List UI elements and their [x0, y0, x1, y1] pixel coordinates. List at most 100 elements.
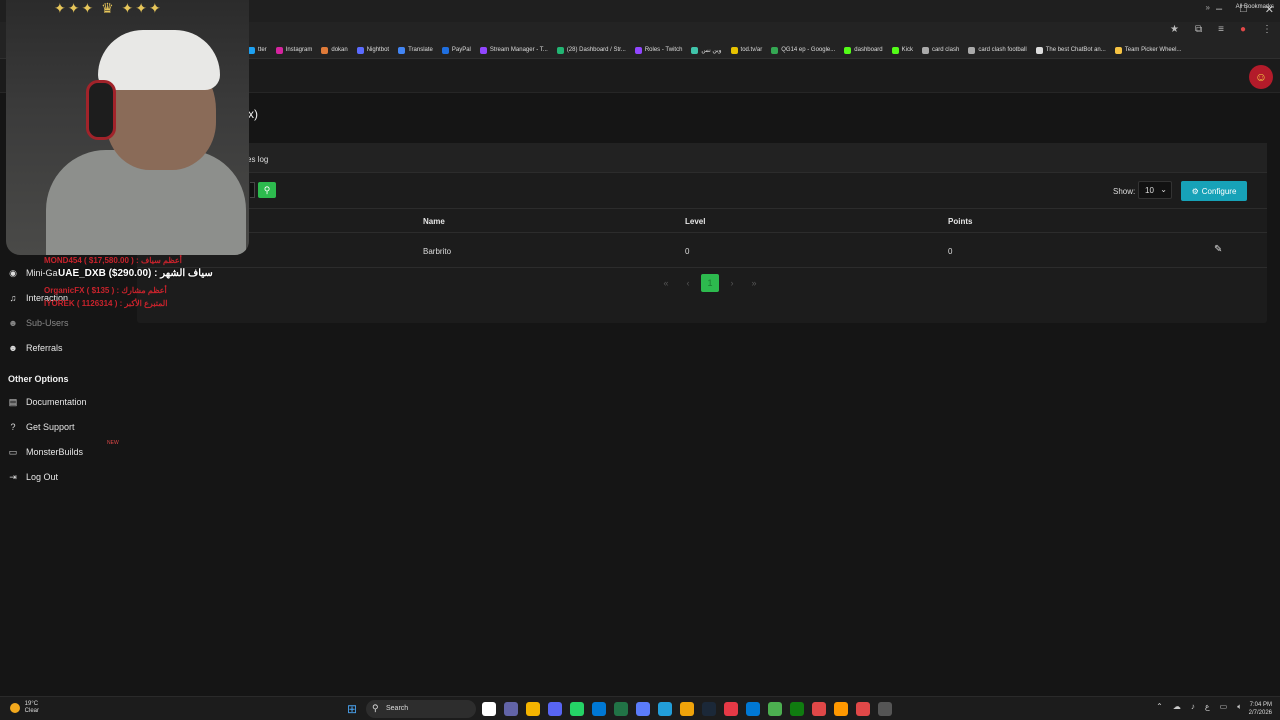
- column-header-level[interactable]: Level: [685, 217, 705, 226]
- logout-icon: ⇥: [9, 471, 17, 482]
- bookmark-item[interactable]: Team Picker Wheel...: [1114, 46, 1181, 54]
- taskbar-app-icon[interactable]: [570, 702, 584, 716]
- bookmark-favicon-icon: [321, 46, 329, 54]
- bookmark-label: Instagram: [285, 47, 313, 53]
- sidebar-item-documentation[interactable]: ▤ Documentation: [0, 392, 124, 412]
- volume-icon[interactable]: 🔈︎: [1237, 702, 1242, 712]
- sidebar-item-referrals[interactable]: ☻ Referrals: [0, 338, 124, 358]
- sidebar-item-monsterbuilds[interactable]: ▭ MonsterBuilds NEW: [0, 440, 124, 462]
- minimize-button[interactable]: –: [1216, 3, 1222, 16]
- taskbar-app-icon[interactable]: [812, 702, 826, 716]
- taskbar-app-icon[interactable]: [768, 702, 782, 716]
- taskbar-app-icon[interactable]: [878, 702, 892, 716]
- bookmark-favicon-icon: [1035, 46, 1043, 54]
- overlay-top-donor: MOND454 ( $17,580.00 ) : أعظم سياف: [44, 256, 182, 265]
- bookmark-item[interactable]: tod.tv/ar: [730, 46, 762, 54]
- bookmark-item[interactable]: Nightbot: [356, 46, 390, 54]
- extensions-icon[interactable]: ⧉: [1195, 24, 1202, 35]
- bookmark-item[interactable]: card clash football: [968, 46, 1027, 54]
- bookmark-label: card clash football: [978, 47, 1027, 53]
- bookmark-item[interactable]: Roles - Twitch: [634, 46, 682, 54]
- search-button[interactable]: ⚲: [258, 182, 276, 198]
- sidebar-item-log-out[interactable]: ⇥ Log Out: [0, 467, 124, 487]
- configure-button[interactable]: ⚙ Configure: [1181, 181, 1247, 201]
- bookmark-item[interactable]: Kick: [891, 46, 913, 54]
- taskbar-app-icon[interactable]: [746, 702, 760, 716]
- table-header: Name Level Points: [137, 208, 1267, 233]
- taskbar-app-icon[interactable]: [614, 702, 628, 716]
- taskbar-app-icon[interactable]: [658, 702, 672, 716]
- tab-log[interactable]: es log: [247, 155, 268, 164]
- bookmark-favicon-icon: [730, 46, 738, 54]
- tabs-search-icon[interactable]: ≡: [1218, 24, 1224, 35]
- network-icon[interactable]: ☁: [1173, 702, 1181, 712]
- prev-page-button[interactable]: ‹: [679, 274, 697, 292]
- taskbar-app-icon[interactable]: [856, 702, 870, 716]
- bookmark-item[interactable]: The best ChatBot an...: [1035, 46, 1106, 54]
- sidebar-item-get-support[interactable]: ? Get Support: [0, 417, 124, 437]
- bookmark-item[interactable]: Translate: [398, 46, 433, 54]
- last-page-button[interactable]: »: [745, 274, 763, 292]
- microphone-icon[interactable]: ♪: [1191, 702, 1195, 712]
- windows-start-icon[interactable]: ⊞: [347, 702, 357, 716]
- taskbar-app-icon[interactable]: [504, 702, 518, 716]
- bookmark-item[interactable]: (28) Dashboard / Str...: [556, 46, 626, 54]
- bookmark-item[interactable]: dashboard: [844, 46, 883, 54]
- next-page-button[interactable]: ›: [723, 274, 741, 292]
- bookmark-item[interactable]: dokan: [321, 46, 348, 54]
- tray-chevron-icon[interactable]: ⌃: [1156, 702, 1163, 712]
- page-size-select[interactable]: 10 ⌄: [1138, 181, 1172, 199]
- menu-kebab-icon[interactable]: ⋮: [1262, 24, 1272, 35]
- taskbar-app-icon[interactable]: [724, 702, 738, 716]
- chevron-down-icon: ⌄: [1160, 185, 1167, 194]
- clock[interactable]: 7:04 PM 2/7/2026: [1249, 701, 1272, 717]
- taskbar-apps: [482, 702, 892, 716]
- sun-icon: [10, 703, 20, 713]
- taskbar-search[interactable]: ⚲ Search: [366, 700, 476, 718]
- edit-pencil-icon[interactable]: ✎: [1214, 244, 1222, 255]
- page-1-button[interactable]: 1: [701, 274, 719, 292]
- sidebar-item-sub-users[interactable]: ☻ Sub-Users: [0, 313, 124, 333]
- pagination: « ‹ 1 › »: [657, 274, 763, 292]
- taskbar: 19°C Clear ⊞ ⚲ Search ⌃ ☁ ♪ ع ▭ 🔈︎ 7:04 …: [0, 696, 1280, 720]
- taskbar-app-icon[interactable]: [834, 702, 848, 716]
- bookmark-item[interactable]: Instagram: [275, 46, 313, 54]
- all-bookmarks-link[interactable]: All Bookmarks: [1236, 4, 1274, 10]
- profile-icon[interactable]: ●: [1240, 24, 1246, 35]
- bookmark-item[interactable]: وين نس: [691, 46, 722, 54]
- taskbar-app-icon[interactable]: [790, 702, 804, 716]
- bookmark-favicon-icon: [634, 46, 642, 54]
- bookmark-item[interactable]: card clash: [921, 46, 959, 54]
- bookmark-label: The best ChatBot an...: [1045, 47, 1106, 53]
- display-icon[interactable]: ▭: [1220, 702, 1228, 712]
- bookmark-favicon-icon: [275, 46, 283, 54]
- bookmark-item[interactable]: PayPal: [441, 46, 471, 54]
- bookmark-favicon-icon: [356, 46, 364, 54]
- weather-widget[interactable]: 19°C Clear: [10, 701, 39, 715]
- taskbar-app-icon[interactable]: [526, 702, 540, 716]
- column-header-name[interactable]: Name: [423, 217, 445, 226]
- first-page-button[interactable]: «: [657, 274, 675, 292]
- bookmark-star-icon[interactable]: ★: [1170, 24, 1179, 35]
- search-icon: ⚲: [372, 703, 379, 713]
- webcam-overlay: ✦✦✦ ♛ ✦✦✦: [6, 0, 249, 255]
- taskbar-app-icon[interactable]: [482, 702, 496, 716]
- users-icon: ☻: [8, 343, 18, 353]
- language-indicator[interactable]: ع: [1205, 702, 1210, 712]
- bookmarks-more-button[interactable]: »: [1206, 3, 1210, 12]
- search-input[interactable]: [250, 182, 255, 198]
- user-avatar[interactable]: ☺: [1249, 65, 1273, 89]
- bookmark-item[interactable]: Stream Manager - T...: [479, 46, 548, 54]
- bookmark-label: Nightbot: [366, 47, 390, 53]
- bookmark-item[interactable]: QG14 ep - Google...: [771, 46, 835, 54]
- page-title: x): [248, 107, 258, 121]
- taskbar-app-icon[interactable]: [636, 702, 650, 716]
- bookmark-favicon-icon: [921, 46, 929, 54]
- bookmark-label: وين نس: [701, 47, 722, 54]
- taskbar-app-icon[interactable]: [548, 702, 562, 716]
- bookmark-item[interactable]: tter: [248, 46, 267, 54]
- taskbar-app-icon[interactable]: [592, 702, 606, 716]
- taskbar-app-icon[interactable]: [680, 702, 694, 716]
- taskbar-app-icon[interactable]: [702, 702, 716, 716]
- column-header-points[interactable]: Points: [948, 217, 972, 226]
